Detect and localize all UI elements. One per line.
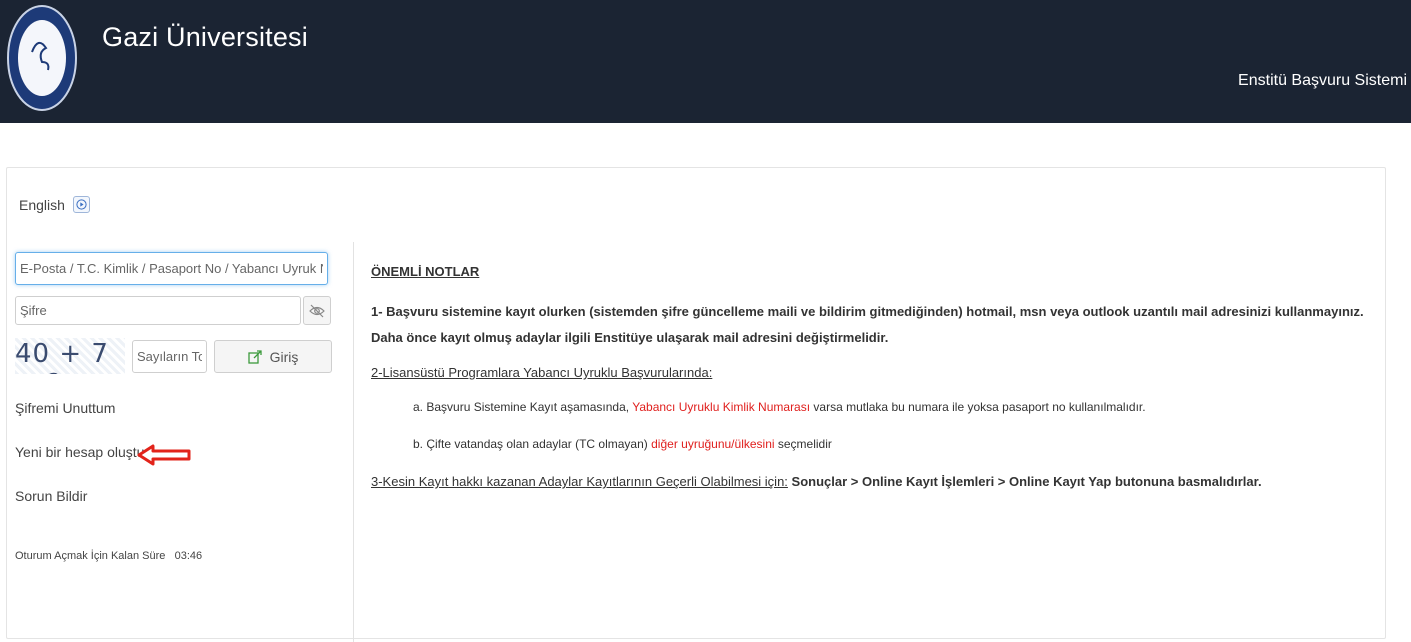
login-label: Giriş xyxy=(269,348,299,365)
captcha-input[interactable] xyxy=(132,340,207,373)
edit-external-icon xyxy=(247,349,262,364)
column-divider xyxy=(353,242,354,642)
top-header: Gazi Üniversitesi Enstitü Başvuru Sistem… xyxy=(0,0,1411,123)
session-label: Oturum Açmak İçin Kalan Süre xyxy=(15,550,166,562)
captcha-image: 40 + 7 = ? xyxy=(15,338,125,374)
login-button[interactable]: Giriş xyxy=(214,340,332,373)
university-logo xyxy=(6,4,78,116)
left-arrow-icon xyxy=(137,444,191,466)
password-input[interactable] xyxy=(15,296,301,325)
report-problem-link[interactable]: Sorun Bildir xyxy=(15,488,87,504)
brand-title: Gazi Üniversitesi xyxy=(102,22,308,52)
note-item-2b: b. Çifte vatandaş olan adaylar (TC olmay… xyxy=(413,437,1381,451)
system-name: Enstitü Başvuru Sistemi xyxy=(1238,72,1407,89)
notes-title: ÖNEMLİ NOTLAR xyxy=(371,264,480,279)
eye-off-icon xyxy=(309,304,325,317)
note-3-title: 3-Kesin Kayıt hakkı kazanan Adaylar Kayı… xyxy=(371,474,788,489)
note-2b-highlight: diğer uyruğunu/ülkesini xyxy=(651,437,775,451)
note-2a-text: a. Başvuru Sistemine Kayıt aşamasında, xyxy=(413,400,633,414)
create-account-link[interactable]: Yeni bir hesap oluştur xyxy=(15,444,149,460)
session-timer: Oturum Açmak İçin Kalan Süre 03:46 xyxy=(15,550,202,562)
note-item-1: 1- Başvuru sistemine kayıt olurken (sist… xyxy=(371,304,1364,345)
main-panel: English 40 + 7 = ? Giriş Şifremi Unuttum… xyxy=(6,167,1386,642)
captcha-text: 40 + 7 = ? xyxy=(15,339,109,374)
forgot-password-link[interactable]: Şifremi Unuttum xyxy=(15,400,115,416)
toggle-password-button[interactable] xyxy=(303,296,331,325)
note-item-2-title: 2-Lisansüstü Programlara Yabancı Uyruklu… xyxy=(371,365,713,380)
language-label: English xyxy=(19,196,65,213)
play-circle-icon xyxy=(72,196,90,213)
language-switch[interactable]: English xyxy=(19,196,90,213)
username-input[interactable] xyxy=(15,252,328,285)
note-item-2a: a. Başvuru Sistemine Kayıt aşamasında, Y… xyxy=(413,400,1381,414)
note-2a-text-end: varsa mutlaka bu numara ile yoksa pasapo… xyxy=(810,400,1146,414)
note-2b-text-end: seçmelidir xyxy=(774,437,832,451)
note-item-3: 3-Kesin Kayıt hakkı kazanan Adaylar Kayı… xyxy=(371,474,1381,489)
session-time: 03:46 xyxy=(174,550,203,562)
note-3-text: Sonuçlar > Online Kayıt İşlemleri > Onli… xyxy=(787,474,1262,489)
note-2b-text: b. Çifte vatandaş olan adaylar (TC olmay… xyxy=(413,437,652,451)
note-2a-highlight: Yabancı Uyruklu Kimlik Numarası xyxy=(632,400,811,414)
important-notes: ÖNEMLİ NOTLAR 1- Başvuru sistemine kayıt… xyxy=(371,264,1381,489)
